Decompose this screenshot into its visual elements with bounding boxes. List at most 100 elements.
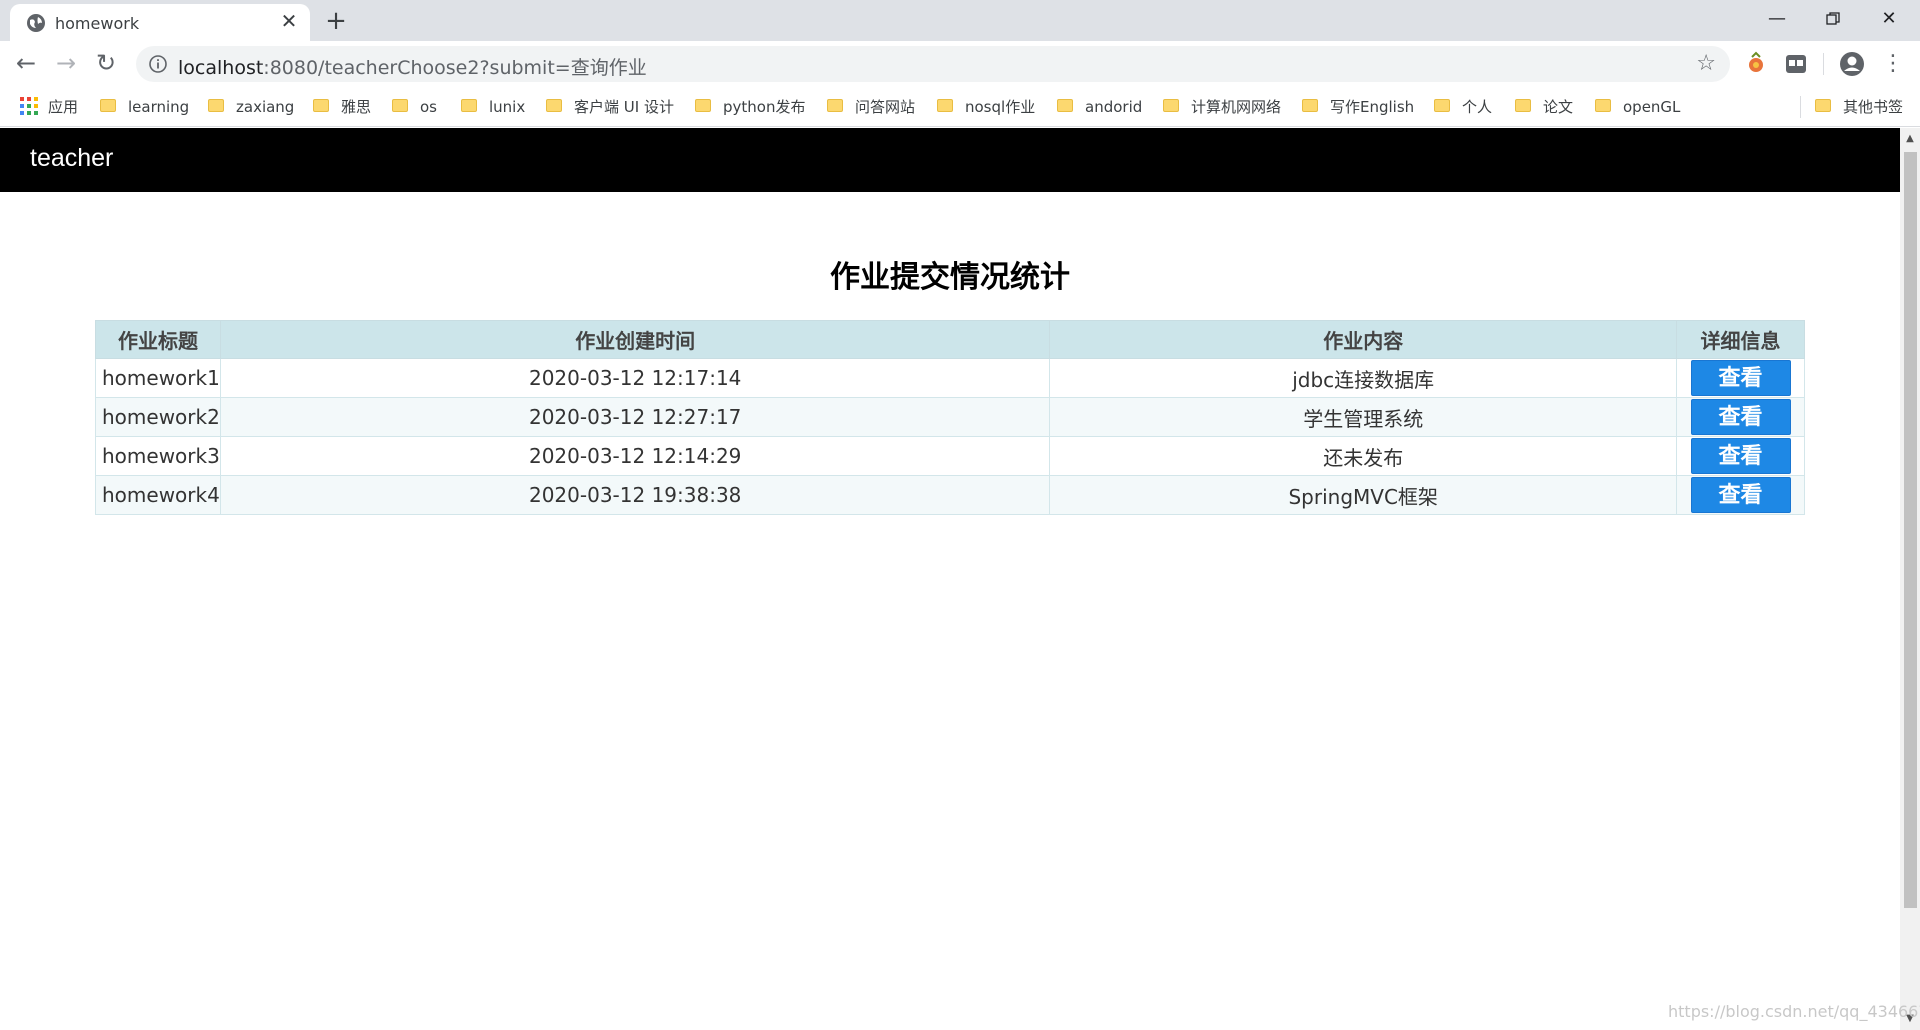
- bookmark-folder[interactable]: os: [392, 95, 437, 119]
- action-cell: 查看: [1676, 475, 1805, 515]
- address-bar[interactable]: localhost:8080/teacherChoose2?submit=查询作…: [136, 46, 1730, 82]
- info-icon[interactable]: [148, 54, 168, 74]
- tab-title: homework: [55, 14, 140, 33]
- folder-icon: [1163, 99, 1179, 112]
- window-close-icon[interactable]: ✕: [1866, 4, 1912, 34]
- top-navbar: teacher: [0, 128, 1900, 192]
- toolbar-divider: [1823, 53, 1824, 75]
- extension-icon[interactable]: [1782, 50, 1810, 78]
- browser-toolbar: ← → ↻ localhost:8080/teacherChoose2?subm…: [0, 41, 1920, 87]
- bookmark-folder[interactable]: learning: [100, 95, 189, 119]
- folder-icon: [1434, 99, 1450, 112]
- bookmark-folder[interactable]: lunix: [461, 95, 525, 119]
- bookmark-folder[interactable]: 问答网站: [827, 95, 915, 119]
- extension-icon[interactable]: [1742, 50, 1770, 78]
- watermark: https://blog.csdn.net/qq_43466788: [1668, 1002, 1920, 1021]
- back-icon[interactable]: ←: [10, 47, 42, 79]
- view-button[interactable]: 查看: [1690, 438, 1791, 474]
- column-header: 作业内容: [1049, 320, 1677, 359]
- star-icon[interactable]: ☆: [1696, 51, 1716, 76]
- new-tab-button[interactable]: +: [322, 7, 350, 35]
- bookmark-folder[interactable]: openGL: [1595, 95, 1680, 119]
- folder-icon: [1815, 99, 1831, 112]
- scroll-thumb[interactable]: [1904, 152, 1917, 908]
- bookmark-label: 客户端 UI 设计: [574, 98, 674, 116]
- navbar-brand[interactable]: teacher: [30, 144, 113, 173]
- bookmark-folder[interactable]: 客户端 UI 设计: [546, 95, 674, 119]
- bookmark-label: 应用: [48, 98, 79, 116]
- url-text[interactable]: localhost:8080/teacherChoose2?submit=查询作…: [178, 53, 647, 80]
- table-row: homework4 2020-03-12 19:38:38 SpringMVC框…: [95, 475, 1805, 515]
- bookmark-folder[interactable]: nosql作业: [937, 95, 1035, 119]
- folder-icon: [546, 99, 562, 112]
- homework-title-cell: homework1: [95, 358, 221, 398]
- profile-icon[interactable]: [1838, 50, 1866, 78]
- bookmarks-divider: [1800, 96, 1801, 118]
- page-content: teacher 作业提交情况统计 作业标题 作业创建时间 作业内容 详细信息 h…: [0, 128, 1900, 1030]
- bookmark-label: zaxiang: [236, 98, 295, 116]
- bookmark-label: 问答网站: [855, 98, 916, 116]
- homework-title-cell: homework3: [95, 436, 221, 476]
- vertical-scrollbar[interactable]: ▲ ▼: [1900, 128, 1920, 1030]
- scroll-up-icon[interactable]: ▲: [1900, 130, 1920, 148]
- folder-icon: [1595, 99, 1611, 112]
- forward-icon[interactable]: →: [50, 47, 82, 79]
- folder-icon: [695, 99, 711, 112]
- bookmark-folder[interactable]: andorid: [1057, 95, 1142, 119]
- close-icon[interactable]: ✕: [278, 10, 300, 32]
- action-cell: 查看: [1676, 358, 1805, 398]
- content-cell: jdbc连接数据库: [1049, 358, 1677, 398]
- bookmark-label: openGL: [1623, 98, 1681, 116]
- bookmark-label: os: [420, 98, 437, 116]
- created-time-cell: 2020-03-12 19:38:38: [219, 475, 1051, 515]
- page-title: 作业提交情况统计: [830, 260, 1070, 295]
- bookmark-other[interactable]: 其他书签: [1815, 95, 1903, 119]
- bookmark-folder[interactable]: 论文: [1515, 95, 1573, 119]
- minimize-icon[interactable]: —: [1754, 4, 1800, 34]
- bookmark-folder[interactable]: 写作English: [1302, 95, 1414, 119]
- homework-title-cell: homework2: [95, 397, 221, 437]
- column-header: 详细信息: [1676, 320, 1805, 359]
- folder-icon: [100, 99, 116, 112]
- column-header: 作业标题: [95, 320, 221, 359]
- bookmark-label: 写作English: [1330, 98, 1415, 116]
- browser-tab[interactable]: homework ✕: [10, 4, 310, 41]
- bookmark-folder[interactable]: 计算机网网络: [1163, 95, 1281, 119]
- bookmark-apps[interactable]: 应用: [20, 95, 78, 119]
- more-options-icon[interactable]: ⋮: [1882, 49, 1904, 79]
- homework-title-cell: homework4: [95, 475, 221, 515]
- column-header: 作业创建时间: [219, 320, 1051, 359]
- reload-icon[interactable]: ↻: [90, 47, 122, 79]
- table-header-row: 作业标题 作业创建时间 作业内容 详细信息: [95, 320, 1805, 359]
- bookmark-folder[interactable]: python发布: [695, 95, 805, 119]
- bookmark-label: andorid: [1085, 98, 1143, 116]
- folder-icon: [392, 99, 408, 112]
- view-button[interactable]: 查看: [1690, 399, 1791, 435]
- folder-icon: [1057, 99, 1073, 112]
- view-button[interactable]: 查看: [1690, 360, 1791, 396]
- folder-icon: [937, 99, 953, 112]
- table-row: homework1 2020-03-12 12:17:14 jdbc连接数据库 …: [95, 358, 1805, 398]
- bookmark-label: nosql作业: [965, 98, 1036, 116]
- restore-icon[interactable]: [1810, 4, 1856, 34]
- url-path: :8080/teacherChoose2?submit=查询作业: [263, 57, 647, 79]
- url-host: localhost: [178, 57, 264, 79]
- bookmarks-bar: 应用 learning zaxiang 雅思 os lunix 客户端 UI 设…: [0, 87, 1920, 127]
- folder-icon: [313, 99, 329, 112]
- bookmark-label: 个人: [1462, 98, 1493, 116]
- created-time-cell: 2020-03-12 12:14:29: [219, 436, 1051, 476]
- bookmark-folder[interactable]: 雅思: [313, 95, 371, 119]
- table-row: homework3 2020-03-12 12:14:29 还未发布 查看: [95, 436, 1805, 476]
- folder-icon: [1515, 99, 1531, 112]
- view-button[interactable]: 查看: [1690, 477, 1791, 513]
- action-cell: 查看: [1676, 397, 1805, 437]
- created-time-cell: 2020-03-12 12:27:17: [219, 397, 1051, 437]
- folder-icon: [1302, 99, 1318, 112]
- content-cell: 还未发布: [1049, 436, 1677, 476]
- content-cell: SpringMVC框架: [1049, 475, 1677, 515]
- table-row: homework2 2020-03-12 12:27:17 学生管理系统 查看: [95, 397, 1805, 437]
- created-time-cell: 2020-03-12 12:17:14: [219, 358, 1051, 398]
- bookmark-folder[interactable]: 个人: [1434, 95, 1492, 119]
- folder-icon: [208, 99, 224, 112]
- bookmark-folder[interactable]: zaxiang: [208, 95, 294, 119]
